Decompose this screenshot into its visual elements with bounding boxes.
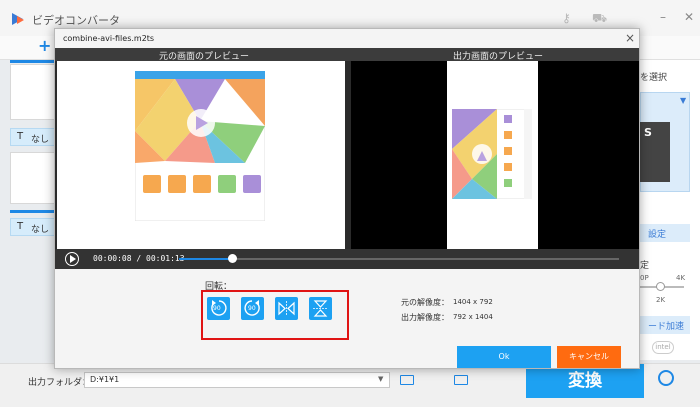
dialog-file-name: combine-avi-files.m2ts	[63, 34, 155, 43]
folder-open-icon[interactable]	[400, 375, 414, 385]
subtitle-value: なし	[31, 135, 50, 145]
output-preview-page	[447, 61, 538, 249]
flip-horizontal-button[interactable]	[275, 297, 298, 320]
rotate-dialog: combine-avi-files.m2ts × 元の画面のプレビュー 出力画面…	[54, 28, 640, 369]
file-card-top-bar	[10, 60, 58, 63]
rotate-left-button[interactable]: 90	[207, 297, 230, 320]
subtitle-value: なし	[31, 225, 50, 235]
add-file-button[interactable]: +	[38, 36, 51, 55]
preview-area	[55, 61, 639, 249]
time-separator: /	[136, 254, 142, 263]
minimize-icon[interactable]: –	[660, 10, 666, 24]
quality-tick-high: 4K	[676, 274, 686, 282]
subtitle-t-icon: T	[17, 221, 24, 232]
close-window-icon[interactable]: ✕	[684, 10, 694, 24]
output-resolution-label: 出力解像度：	[401, 313, 449, 322]
app-logo-accent-icon	[17, 16, 24, 24]
ok-button[interactable]: Ok	[457, 346, 551, 368]
player-controls: 00:00:08 / 00:01:13	[55, 249, 639, 269]
rotate-right-label: 90	[248, 305, 256, 312]
subtitle-select[interactable]: T なし	[10, 128, 58, 146]
quality-label: 定	[640, 261, 650, 271]
time-current: 00:00:08	[93, 254, 132, 263]
original-preview-image	[135, 71, 265, 221]
preview-label-bar: 元の画面のプレビュー 出力画面のプレビュー	[55, 48, 639, 62]
quality-tick-low: 0P	[640, 274, 649, 282]
original-resolution-value: 1404 x 792	[453, 298, 493, 306]
format-thumbnail-label: S	[644, 126, 652, 139]
seek-bar-knob[interactable]	[228, 254, 237, 263]
play-icon	[70, 255, 76, 263]
original-resolution-label: 元の解像度：	[401, 298, 449, 307]
quality-slider-knob[interactable]	[656, 282, 665, 291]
flip-vertical-icon	[313, 300, 328, 317]
cancel-button[interactable]: キャンセル	[557, 346, 621, 368]
flip-vertical-button[interactable]	[309, 297, 332, 320]
close-icon[interactable]: ×	[625, 31, 635, 45]
alarm-clock-icon[interactable]	[658, 370, 674, 386]
rotate-right-button[interactable]: 90	[241, 297, 264, 320]
format-dropdown-icon[interactable]: ▼	[680, 96, 686, 105]
seek-bar[interactable]	[179, 258, 619, 260]
app-title: ビデオコンバータ	[32, 14, 120, 27]
settings-button[interactable]: 設定	[640, 224, 690, 242]
output-resolution-value: 792 x 1404	[453, 313, 493, 321]
output-preview-image	[452, 109, 532, 199]
file-card[interactable]	[10, 64, 58, 120]
seek-bar-progress	[179, 258, 232, 260]
folder-output-icon[interactable]	[454, 375, 468, 385]
convert-button[interactable]: 変換	[526, 364, 644, 398]
output-folder-label: 出力フォルダ：	[28, 378, 92, 388]
rotate-left-label: 90	[213, 305, 221, 312]
original-preview	[57, 61, 345, 249]
format-thumbnail: S	[640, 122, 670, 182]
quality-value: 2K	[656, 296, 666, 304]
key-icon[interactable]: ⚷	[562, 11, 571, 25]
intel-badge: intel	[652, 341, 674, 354]
play-button[interactable]	[65, 252, 79, 266]
hw-accel-button[interactable]: ード加速	[640, 316, 690, 334]
subtitle-select[interactable]: T なし	[10, 218, 58, 236]
output-preview	[351, 61, 639, 249]
file-card-top-bar	[10, 210, 58, 213]
file-card[interactable]	[10, 152, 58, 204]
time-readout: 00:00:08 / 00:01:13	[93, 254, 185, 263]
cart-icon[interactable]: ⛟	[592, 11, 607, 27]
flip-horizontal-icon	[278, 301, 295, 316]
output-folder-select[interactable]: D:¥1¥1	[84, 372, 390, 388]
chevron-down-icon[interactable]: ▼	[378, 375, 383, 383]
format-select-label: を選択	[640, 73, 668, 83]
subtitle-t-icon: T	[17, 131, 24, 142]
